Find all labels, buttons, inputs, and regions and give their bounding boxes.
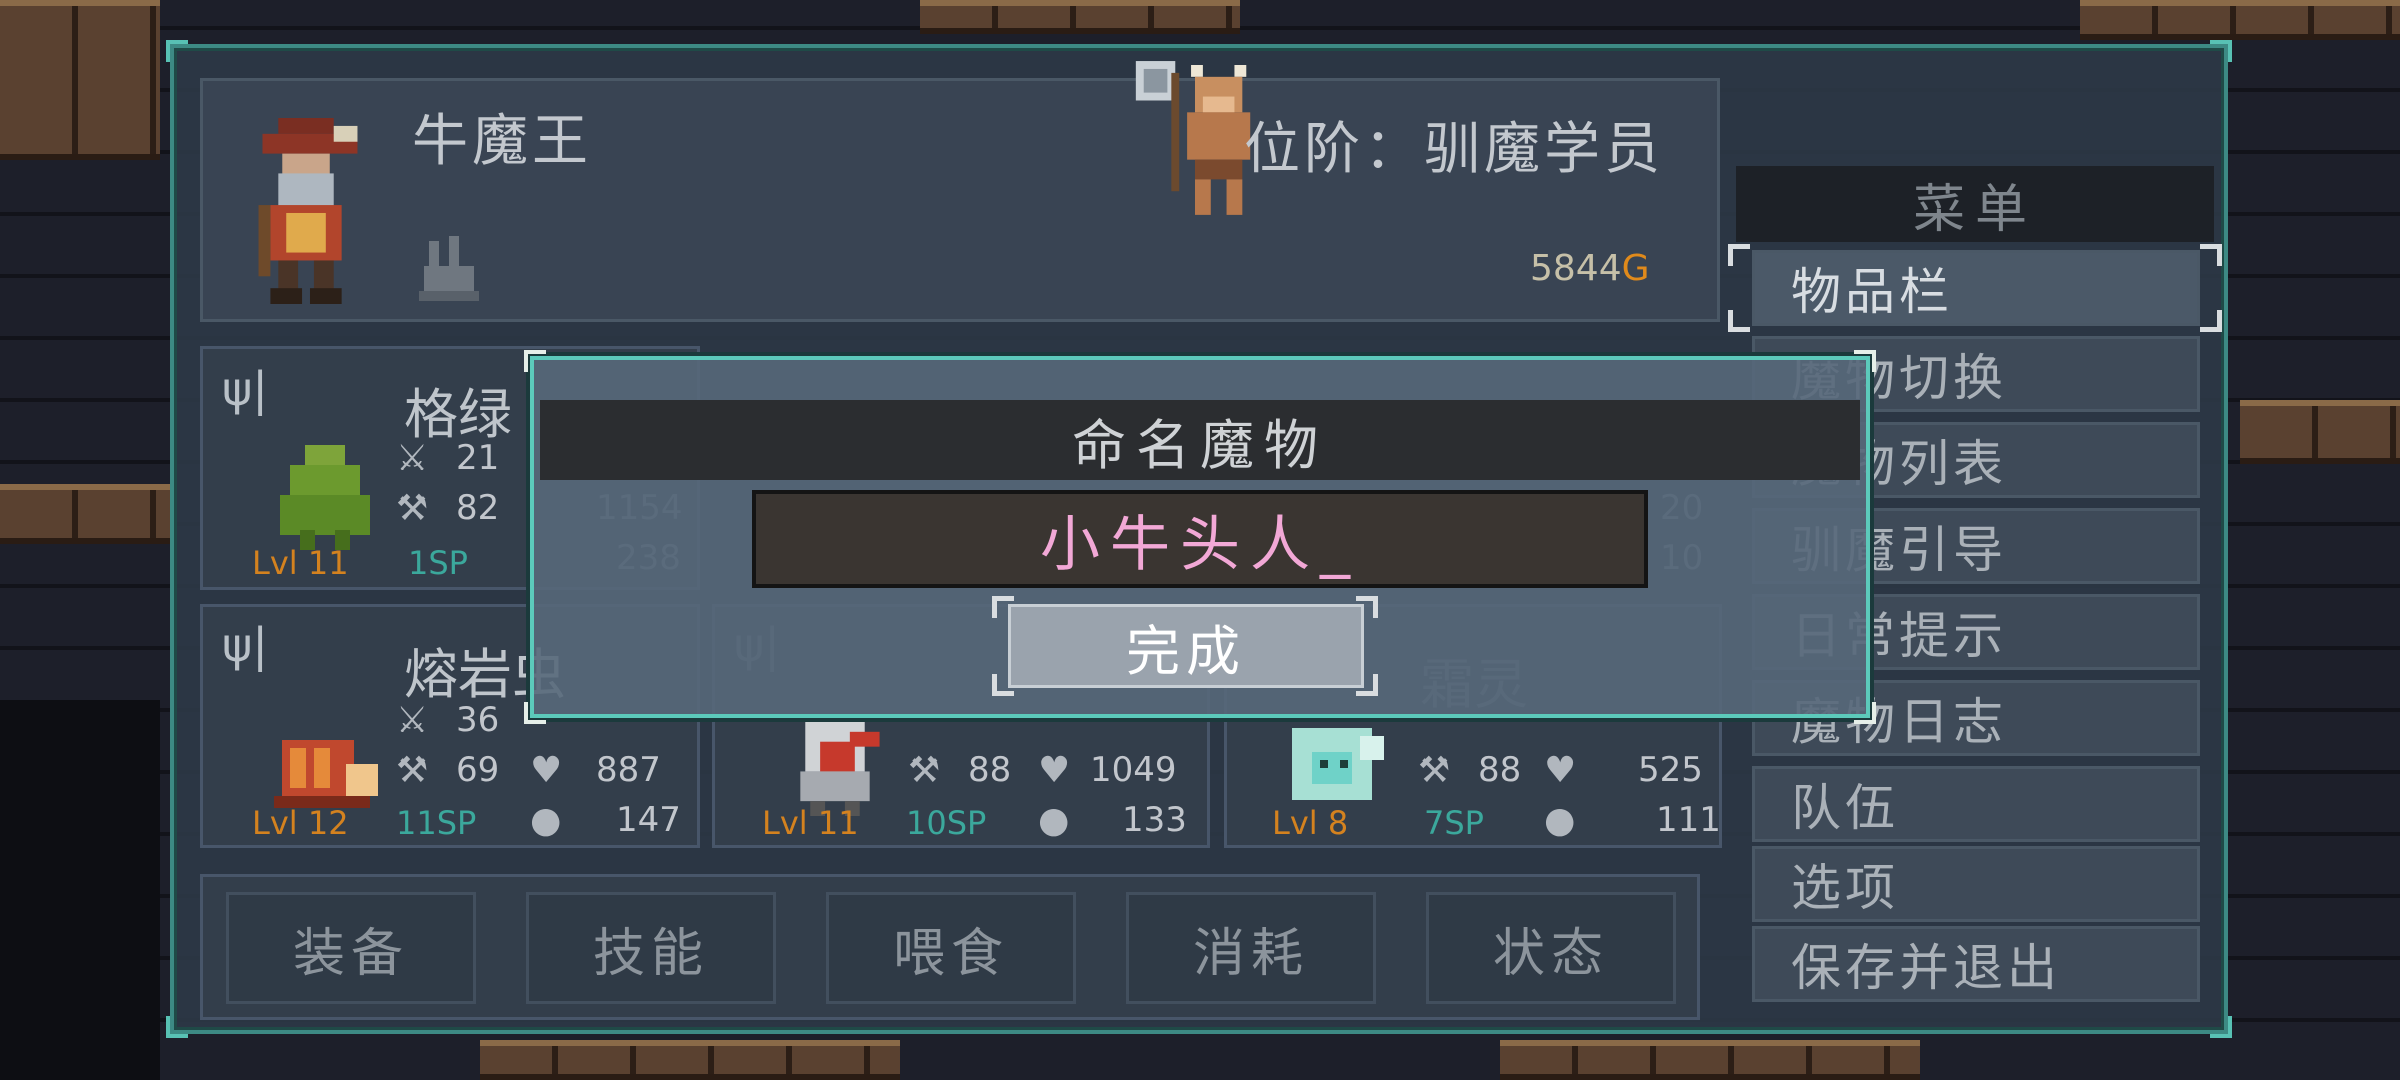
defense-value: 82 (456, 488, 500, 528)
hp-value: 887 (596, 750, 661, 790)
sp-label: 7SP (1424, 804, 1484, 842)
level-label: Lvl 11 (762, 804, 859, 842)
corner-decoration (1854, 350, 1876, 372)
selection-corner (992, 596, 1014, 618)
sp-label: 11SP (396, 804, 477, 842)
mana-value: 133 (1122, 800, 1187, 840)
selection-corner (992, 674, 1014, 696)
sp-label: 10SP (906, 804, 987, 842)
mana-icon: ● (530, 800, 562, 841)
attack-icon: ⚔ (396, 438, 429, 479)
corner-decoration (1854, 702, 1876, 724)
fork-knife-icon: ψ| (222, 362, 268, 416)
gold-unit: G (1621, 248, 1650, 289)
player-wizard-sprite (258, 118, 358, 304)
brick-wall-decoration (2080, 0, 2400, 40)
menu-item-save-exit[interactable]: 保存并退出 (1752, 926, 2200, 1002)
status-button[interactable]: 状态 (1426, 892, 1676, 1004)
corner-decoration (2210, 1016, 2232, 1038)
shadow-area (0, 700, 160, 1080)
feed-button[interactable]: 喂食 (826, 892, 1076, 1004)
defense-icon: ⚒ (396, 750, 429, 791)
brick-wall-decoration (0, 0, 160, 160)
gold-display: 5844G (1530, 248, 1650, 289)
brick-wall-decoration (480, 1040, 900, 1080)
corner-decoration (2210, 40, 2232, 62)
hp-value: 1049 (1090, 750, 1177, 790)
mana-icon: ● (1544, 800, 1576, 841)
consume-button[interactable]: 消耗 (1126, 892, 1376, 1004)
plant-monster-sprite (280, 445, 370, 550)
menu-title: 菜单 (1736, 166, 2214, 242)
skills-button[interactable]: 技能 (526, 892, 776, 1004)
attack-value: 21 (456, 438, 500, 478)
level-label: Lvl 8 (1272, 804, 1349, 842)
gold-amount: 5844 (1530, 248, 1622, 289)
brick-wall-decoration (2240, 400, 2400, 464)
defense-value: 69 (456, 750, 500, 790)
menu-item-inventory[interactable]: 物品栏 (1752, 250, 2200, 326)
mana-value: 111 (1656, 800, 1721, 840)
corner-decoration (166, 1016, 188, 1038)
player-name: 牛魔王 (412, 109, 592, 174)
level-label: Lvl 12 (252, 804, 349, 842)
dialog-title: 命名魔物 (540, 400, 1860, 480)
monster-name-input[interactable]: 小牛头人_ (752, 490, 1648, 588)
selection-corner (1356, 674, 1378, 696)
defense-icon: ⚒ (1418, 750, 1451, 791)
menu-item-options[interactable]: 选项 (1752, 846, 2200, 922)
selection-corner (1356, 596, 1378, 618)
defense-icon: ⚒ (396, 488, 429, 529)
selection-corner (1728, 310, 1750, 332)
brick-wall-decoration (0, 484, 170, 544)
sp-label: 1SP (408, 544, 468, 582)
defense-value: 88 (1478, 750, 1522, 790)
corner-decoration (524, 702, 546, 724)
level-label: Lvl 11 (252, 544, 349, 582)
brick-wall-decoration (1500, 1040, 1920, 1080)
rabbit-icon (419, 236, 479, 301)
heart-icon: ♥ (1544, 750, 1577, 791)
defense-value: 88 (968, 750, 1012, 790)
mana-icon: ● (1038, 800, 1070, 841)
corner-decoration (166, 40, 188, 62)
attack-icon: ⚔ (396, 700, 429, 741)
selection-corner (2200, 310, 2222, 332)
heart-icon: ♥ (1038, 750, 1071, 791)
fork-knife-icon: ψ| (222, 618, 268, 672)
fire-bird-sprite (800, 721, 880, 816)
lava-bug-sprite (274, 740, 378, 808)
menu-item-team[interactable]: 队伍 (1752, 766, 2200, 842)
corner-decoration (524, 350, 546, 372)
equip-button[interactable]: 装备 (226, 892, 476, 1004)
selection-corner (2200, 244, 2222, 266)
heart-icon: ♥ (530, 750, 563, 791)
player-rank: 位阶：驯魔学员 (1244, 117, 1664, 182)
selection-corner (1728, 244, 1750, 266)
done-button[interactable]: 完成 (1008, 604, 1364, 688)
attack-value: 36 (456, 700, 500, 740)
defense-icon: ⚒ (908, 750, 941, 791)
brick-wall-decoration (920, 0, 1240, 34)
frost-spirit-sprite (1292, 728, 1384, 800)
hp-value: 525 (1638, 750, 1703, 790)
mana-value: 147 (616, 800, 681, 840)
